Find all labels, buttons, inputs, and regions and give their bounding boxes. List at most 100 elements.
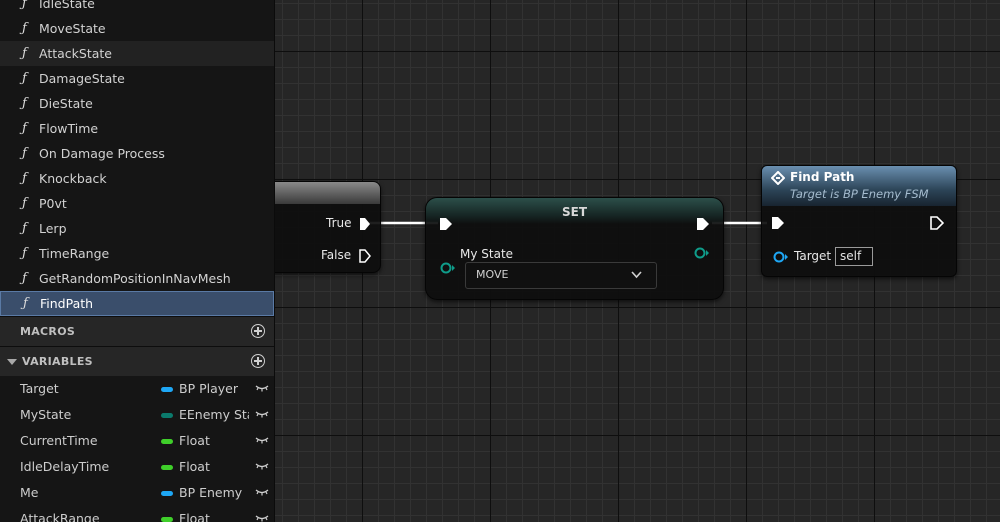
function-item-label: MoveState xyxy=(39,21,106,36)
set-exec-in-pin-icon[interactable] xyxy=(439,217,453,231)
function-item-label: P0vt xyxy=(39,196,67,211)
variable-type-color-icon xyxy=(161,439,173,444)
find-path-title: Find Path xyxy=(790,170,855,184)
function-icon: ƒ xyxy=(23,296,28,311)
variable-type-color-icon xyxy=(161,413,173,418)
function-item-on-damage-process[interactable]: ƒ On Damage Process xyxy=(0,141,274,166)
visibility-closed-eye-icon[interactable] xyxy=(255,488,269,496)
function-item-timerange[interactable]: ƒ TimeRange xyxy=(0,241,274,266)
variable-type-color-icon xyxy=(161,491,173,496)
variable-type[interactable]: EEnemy Sta xyxy=(179,407,249,422)
my-state-enum-value: MOVE xyxy=(476,268,509,281)
find-path-exec-out-pin-icon[interactable] xyxy=(930,216,944,230)
function-item-knockback[interactable]: ƒ Knockback xyxy=(0,166,274,191)
visibility-closed-eye-icon[interactable] xyxy=(255,462,269,470)
function-item-label: DamageState xyxy=(39,71,125,86)
variable-type-color-icon xyxy=(161,465,173,470)
function-item-flowtime[interactable]: ƒ FlowTime xyxy=(0,116,274,141)
function-item-label: AttackState xyxy=(39,46,112,61)
function-item-label: Lerp xyxy=(39,221,67,236)
target-label: Target xyxy=(794,249,832,263)
variable-row-target[interactable]: Target BP Player xyxy=(0,376,274,402)
function-item-label: FlowTime xyxy=(39,121,99,136)
visibility-closed-eye-icon[interactable] xyxy=(255,514,269,522)
chevron-down-icon xyxy=(631,271,642,279)
function-icon: ƒ xyxy=(22,21,27,36)
find-path-exec-in-pin-icon[interactable] xyxy=(771,216,785,230)
function-item-attackstate[interactable]: ƒ AttackState xyxy=(0,41,274,66)
true-exec-pin-icon[interactable] xyxy=(359,217,371,231)
variables-section-header[interactable]: VARIABLES xyxy=(0,346,274,376)
function-icon: ƒ xyxy=(22,146,27,161)
set-node-title: SET xyxy=(561,205,588,219)
variable-type[interactable]: Float xyxy=(179,433,249,448)
function-icon: ƒ xyxy=(22,271,27,286)
function-icon: ƒ xyxy=(22,71,27,86)
variables-section-label: VARIABLES xyxy=(22,355,93,368)
branch-node-header xyxy=(275,182,380,204)
variable-type[interactable]: BP Enemy xyxy=(179,485,249,500)
variable-type[interactable]: BP Player xyxy=(179,381,249,396)
function-icon: ƒ xyxy=(22,46,27,61)
macros-section-header[interactable]: MACROS xyxy=(0,316,274,346)
function-item-idlestate[interactable]: ƒ IdleState xyxy=(0,0,274,16)
function-item-damagestate[interactable]: ƒ DamageState xyxy=(0,66,274,91)
target-self-field[interactable]: self xyxy=(835,247,873,266)
add-variable-icon[interactable] xyxy=(251,354,265,368)
function-item-diestate[interactable]: ƒ DieState xyxy=(0,91,274,116)
macros-section-label: MACROS xyxy=(20,325,76,338)
set-exec-out-pin-icon[interactable] xyxy=(696,217,710,231)
function-icon: ƒ xyxy=(22,0,27,11)
target-input-pin-icon[interactable] xyxy=(773,251,789,263)
find-path-node[interactable]: Find Path Target is BP Enemy FSM Target … xyxy=(761,165,957,277)
function-item-lerp[interactable]: ƒ Lerp xyxy=(0,216,274,241)
function-item-label: On Damage Process xyxy=(39,146,165,161)
collapse-caret-icon[interactable] xyxy=(7,358,17,365)
variable-name: MyState xyxy=(20,407,72,422)
function-item-label: FindPath xyxy=(40,296,94,311)
variable-name: AttackRange xyxy=(20,511,100,522)
my-state-input-pin-icon[interactable] xyxy=(440,262,456,274)
visibility-closed-eye-icon[interactable] xyxy=(255,436,269,444)
false-label: False xyxy=(321,248,352,262)
function-call-icon xyxy=(771,171,785,185)
variable-row-me[interactable]: Me BP Enemy xyxy=(0,480,274,506)
variable-name: Me xyxy=(20,485,39,500)
variable-row-idledelaytime[interactable]: IdleDelayTime Float xyxy=(0,454,274,480)
branch-node[interactable]: True n False xyxy=(275,181,381,273)
function-item-label: TimeRange xyxy=(39,246,110,261)
function-icon: ƒ xyxy=(22,196,27,211)
function-item-label: GetRandomPositionInNavMesh xyxy=(39,271,231,286)
variable-name: Target xyxy=(20,381,59,396)
function-icon: ƒ xyxy=(22,171,27,186)
function-item-label: DieState xyxy=(39,96,93,111)
function-icon: ƒ xyxy=(22,221,27,236)
variable-type[interactable]: Float xyxy=(179,511,249,522)
function-item-label: Knockback xyxy=(39,171,107,186)
function-item-label: IdleState xyxy=(39,0,95,11)
visibility-closed-eye-icon[interactable] xyxy=(255,384,269,392)
false-exec-pin-icon[interactable] xyxy=(359,249,371,263)
function-icon: ƒ xyxy=(22,96,27,111)
blueprint-graph-canvas[interactable]: True n False SET My State MOVE Find Path… xyxy=(275,0,1000,522)
my-state-output-pin-icon[interactable] xyxy=(694,247,710,259)
add-macro-icon[interactable] xyxy=(251,324,265,338)
function-item-getrandompositioninnavmesh[interactable]: ƒ GetRandomPositionInNavMesh xyxy=(0,266,274,291)
function-item-findpath[interactable]: ƒ FindPath xyxy=(0,291,274,316)
function-icon: ƒ xyxy=(22,121,27,136)
set-node[interactable]: SET My State MOVE xyxy=(425,197,724,300)
function-icon: ƒ xyxy=(22,246,27,261)
variable-type-color-icon xyxy=(161,387,173,392)
variable-type[interactable]: Float xyxy=(179,459,249,474)
visibility-closed-eye-icon[interactable] xyxy=(255,410,269,418)
my-blueprint-panel: ƒ IdleState ƒ MoveState ƒ AttackState ƒ DamageS… xyxy=(0,0,275,522)
variable-row-attackrange[interactable]: AttackRange Float xyxy=(0,506,274,522)
variable-row-mystate[interactable]: MyState EEnemy Sta xyxy=(0,402,274,428)
variable-name: IdleDelayTime xyxy=(20,459,110,474)
my-state-enum-dropdown[interactable]: MOVE xyxy=(465,262,657,289)
my-state-label: My State xyxy=(460,247,514,261)
target-self-value: self xyxy=(840,249,862,263)
function-item-movestate[interactable]: ƒ MoveState xyxy=(0,16,274,41)
function-item-p0vt[interactable]: ƒ P0vt xyxy=(0,191,274,216)
variable-row-currenttime[interactable]: CurrentTime Float xyxy=(0,428,274,454)
